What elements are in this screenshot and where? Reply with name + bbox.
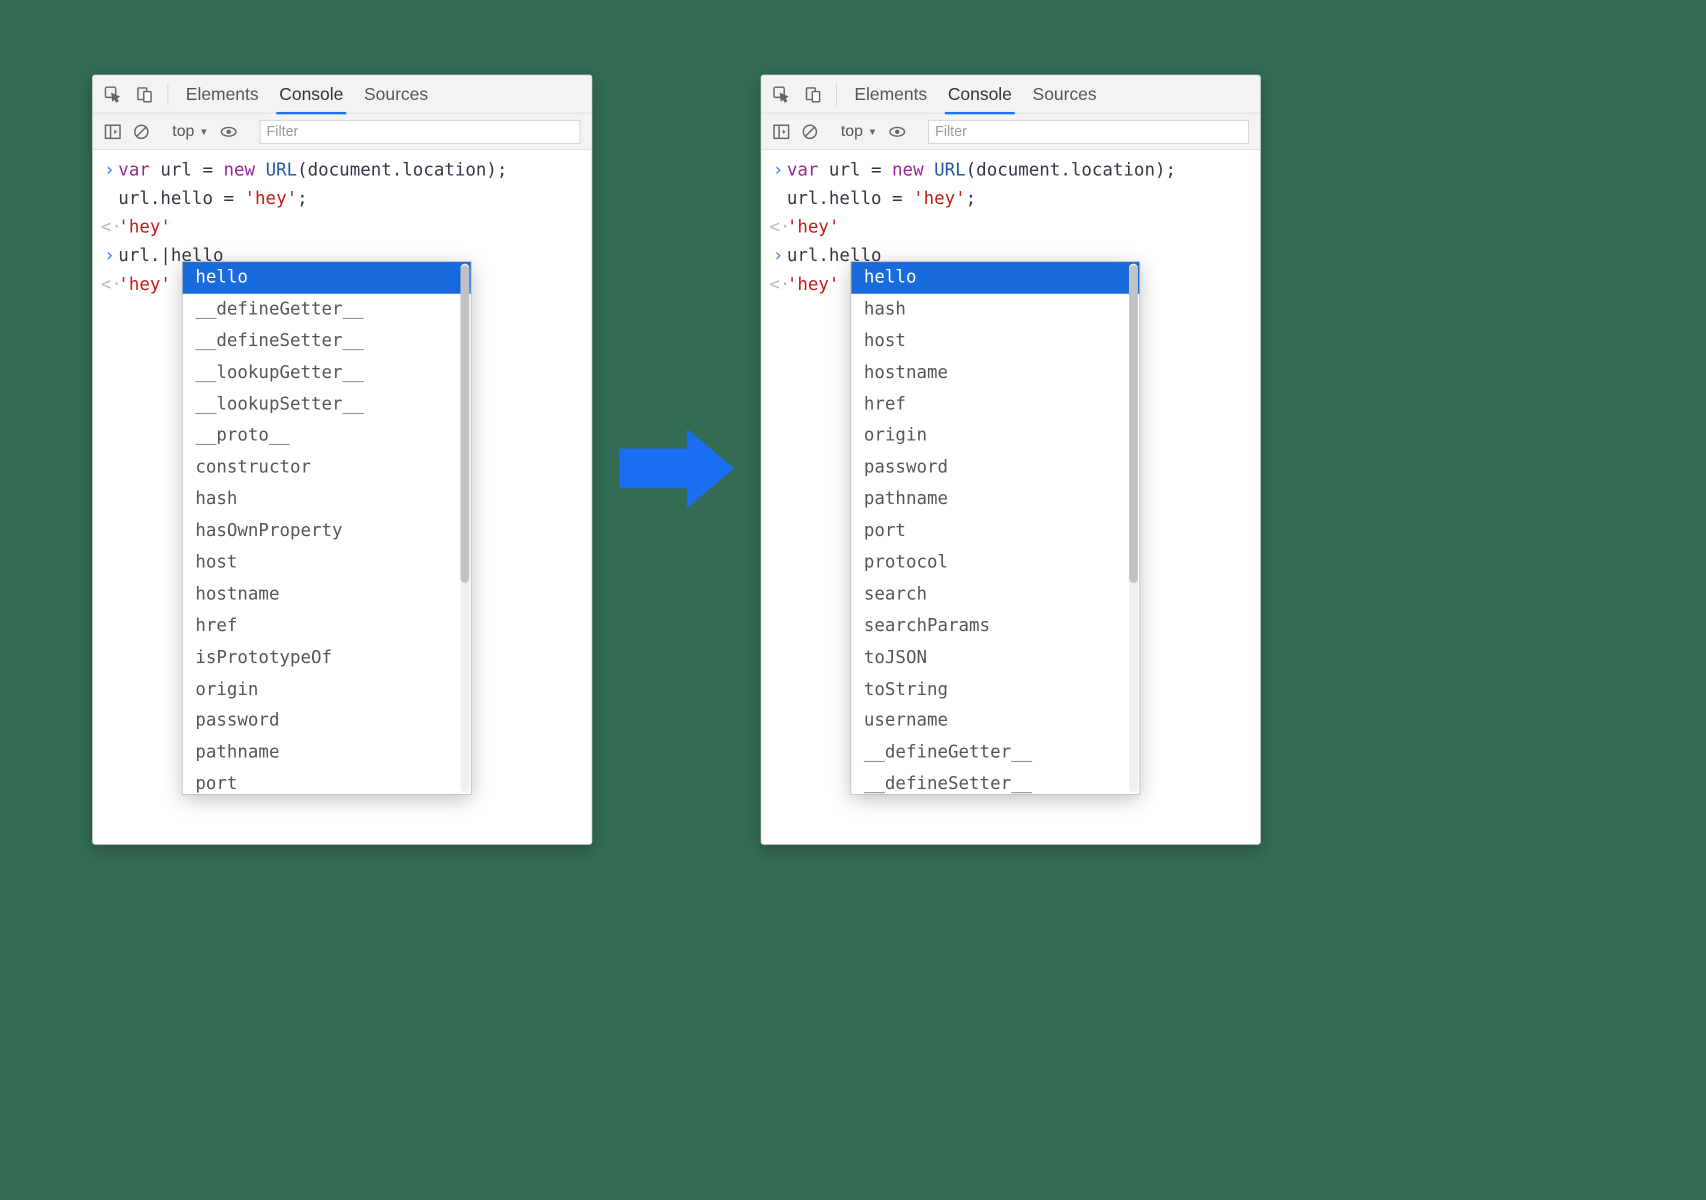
autocomplete-item[interactable]: hash	[851, 294, 1139, 326]
devtools-panel-left: Elements Console Sources top ▼ Filter › …	[92, 75, 592, 845]
return-icon: <·	[101, 272, 118, 297]
autocomplete-item[interactable]: hostname	[183, 579, 471, 611]
autocomplete-popup[interactable]: hello__defineGetter____defineSetter____l…	[182, 261, 472, 795]
autocomplete-item[interactable]: host	[851, 325, 1139, 357]
autocomplete-item[interactable]: password	[851, 452, 1139, 484]
console-body[interactable]: › var url = new URL(document.location); …	[93, 150, 592, 844]
autocomplete-item[interactable]: password	[183, 705, 471, 737]
autocomplete-item[interactable]: constructor	[183, 452, 471, 484]
autocomplete-item[interactable]: toString	[851, 674, 1139, 706]
autocomplete-item[interactable]: href	[183, 610, 471, 642]
autocomplete-item[interactable]: hello	[851, 262, 1139, 294]
autocomplete-item[interactable]: __proto__	[183, 420, 471, 452]
devtools-panel-right: Elements Console Sources top ▼ Filter › …	[761, 75, 1261, 845]
code-line: url.hello = 'hey';	[118, 187, 580, 212]
autocomplete-item[interactable]: port	[851, 515, 1139, 547]
autocomplete-item[interactable]: hello	[183, 262, 471, 294]
autocomplete-item[interactable]: hash	[183, 484, 471, 516]
eye-icon[interactable]	[888, 123, 905, 140]
autocomplete-item[interactable]: __defineSetter__	[851, 769, 1139, 794]
inspect-icon[interactable]	[104, 85, 121, 102]
code-line: url.hello = 'hey';	[787, 187, 1249, 212]
autocomplete-item[interactable]: search	[851, 579, 1139, 611]
code-line: var url = new URL(document.location);	[118, 158, 580, 183]
autocomplete-item[interactable]: __defineGetter__	[851, 737, 1139, 769]
code-line: var url = new URL(document.location);	[787, 158, 1249, 183]
tab-elements[interactable]: Elements	[851, 75, 930, 113]
chevron-down-icon: ▼	[199, 126, 208, 137]
chevron-down-icon: ▼	[868, 126, 877, 137]
console-toolbar: top ▼ Filter	[761, 114, 1260, 151]
tabbar: Elements Console Sources	[93, 75, 592, 113]
autocomplete-item[interactable]: __lookupGetter__	[183, 357, 471, 389]
prompt-icon: ›	[769, 243, 786, 268]
autocomplete-item[interactable]: pathname	[183, 737, 471, 769]
tab-console[interactable]: Console	[945, 75, 1015, 113]
inspect-icon[interactable]	[773, 85, 790, 102]
return-value: 'hey'	[118, 215, 580, 240]
clear-icon[interactable]	[801, 123, 818, 140]
return-icon: <·	[769, 272, 786, 297]
filter-input[interactable]: Filter	[259, 119, 580, 143]
autocomplete-item[interactable]: origin	[183, 674, 471, 706]
prompt-icon: ›	[769, 158, 786, 183]
autocomplete-item[interactable]: __defineGetter__	[183, 294, 471, 326]
filter-placeholder: Filter	[935, 123, 967, 140]
sidebar-toggle-icon[interactable]	[104, 123, 121, 140]
autocomplete-item[interactable]: searchParams	[851, 610, 1139, 642]
autocomplete-item[interactable]: username	[851, 705, 1139, 737]
scrollbar[interactable]	[461, 264, 470, 793]
prompt-icon: ›	[101, 243, 118, 268]
tab-elements[interactable]: Elements	[183, 75, 262, 113]
autocomplete-item[interactable]: protocol	[851, 547, 1139, 579]
return-icon: <·	[769, 215, 786, 240]
sidebar-toggle-icon[interactable]	[773, 123, 790, 140]
scrollbar[interactable]	[1129, 264, 1138, 793]
tab-sources[interactable]: Sources	[1029, 75, 1099, 113]
clear-icon[interactable]	[133, 123, 150, 140]
tab-sources[interactable]: Sources	[361, 75, 431, 113]
console-toolbar: top ▼ Filter	[93, 114, 592, 151]
autocomplete-item[interactable]: origin	[851, 420, 1139, 452]
eye-icon[interactable]	[220, 123, 237, 140]
tab-console[interactable]: Console	[276, 75, 346, 113]
prompt-icon: ›	[101, 158, 118, 183]
autocomplete-item[interactable]: host	[183, 547, 471, 579]
autocomplete-item[interactable]: hostname	[851, 357, 1139, 389]
filter-input[interactable]: Filter	[928, 119, 1249, 143]
device-icon[interactable]	[804, 85, 821, 102]
context-selector[interactable]: top ▼	[172, 122, 208, 140]
autocomplete-item[interactable]: pathname	[851, 484, 1139, 516]
device-icon[interactable]	[136, 85, 153, 102]
autocomplete-item[interactable]: isPrototypeOf	[183, 642, 471, 674]
autocomplete-item[interactable]: hasOwnProperty	[183, 515, 471, 547]
arrow-icon	[611, 421, 738, 516]
context-selector[interactable]: top ▼	[841, 122, 877, 140]
context-label: top	[841, 122, 863, 140]
separator	[168, 83, 169, 105]
autocomplete-item[interactable]: __lookupSetter__	[183, 389, 471, 421]
autocomplete-item[interactable]: port	[183, 769, 471, 794]
console-body[interactable]: › var url = new URL(document.location); …	[761, 150, 1260, 844]
autocomplete-item[interactable]: href	[851, 389, 1139, 421]
autocomplete-list: hello__defineGetter____defineSetter____l…	[183, 262, 471, 794]
autocomplete-item[interactable]: __defineSetter__	[183, 325, 471, 357]
filter-placeholder: Filter	[267, 123, 299, 140]
autocomplete-list: hellohashhosthostnamehreforiginpasswordp…	[851, 262, 1139, 794]
tabbar: Elements Console Sources	[761, 75, 1260, 113]
context-label: top	[172, 122, 194, 140]
autocomplete-item[interactable]: toJSON	[851, 642, 1139, 674]
return-value: 'hey'	[787, 215, 1249, 240]
separator	[836, 83, 837, 105]
return-icon: <·	[101, 215, 118, 240]
autocomplete-popup[interactable]: hellohashhosthostnamehreforiginpasswordp…	[850, 261, 1140, 795]
